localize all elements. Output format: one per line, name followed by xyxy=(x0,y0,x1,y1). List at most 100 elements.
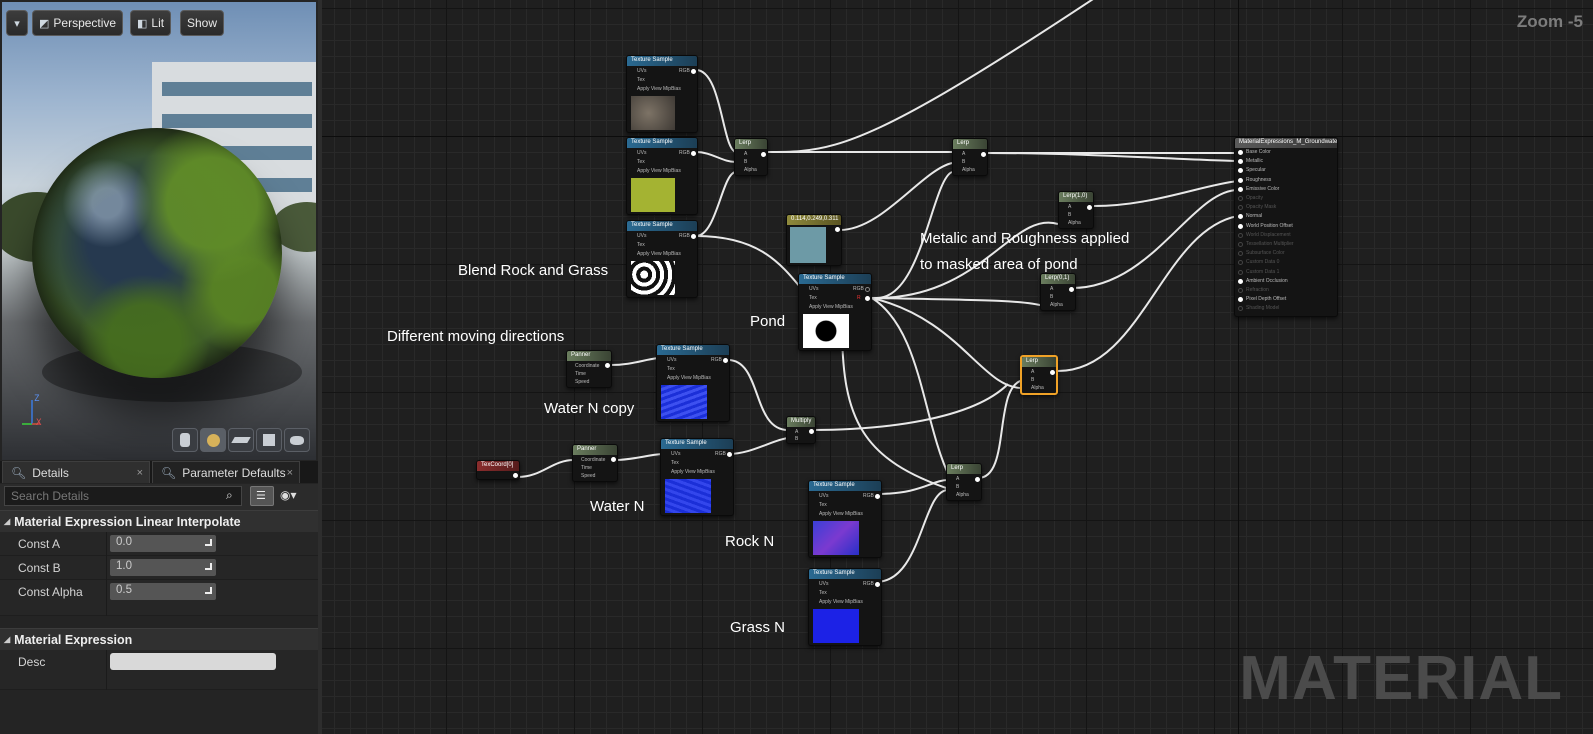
lerp-node-metallic[interactable]: Lerp(1,0) A B Alpha xyxy=(1058,191,1094,229)
search-details-input[interactable]: Search Details xyxy=(4,486,242,506)
texture-sample-node-rock-normal[interactable]: Texture Sample UVs Tex Apply View MipBia… xyxy=(808,480,882,558)
panner-node[interactable]: Panner Coordinate Time Speed xyxy=(572,444,618,482)
node-title: Texture Sample xyxy=(809,569,881,579)
output-pin[interactable] xyxy=(605,363,610,368)
texture-sample-node-rock[interactable]: Texture Sample UVs Tex Apply View MipBia… xyxy=(626,55,698,133)
output-input-pin[interactable] xyxy=(1238,269,1243,275)
output-pin[interactable] xyxy=(611,457,616,462)
output-input-pin[interactable] xyxy=(1238,177,1243,183)
output-input-pin[interactable] xyxy=(1238,196,1243,201)
prop-const-a: Const A 0.0 xyxy=(0,532,318,556)
texture-sample-node-pond[interactable]: Texture Sample UVs Tex Apply View MipBia… xyxy=(798,273,872,351)
texture-sample-node-water-copy[interactable]: Texture Sample UVs Tex Apply View MipBia… xyxy=(656,344,730,422)
output-input-pin[interactable] xyxy=(1238,260,1243,266)
pin-label: B xyxy=(1031,377,1035,383)
output-pin[interactable] xyxy=(691,234,696,239)
pin-label: Tex xyxy=(637,159,645,165)
material-preview-viewport[interactable]: ▾ ◩ Perspective ◧ Lit Show Z X xyxy=(2,2,316,460)
output-input-pin[interactable] xyxy=(1238,306,1243,312)
material-graph-canvas[interactable]: Zoom -5 MATERIAL Texture Sample UVs Tex … xyxy=(322,0,1593,734)
output-input-pin[interactable] xyxy=(1238,297,1243,303)
output-input-pin[interactable] xyxy=(1238,278,1243,284)
view-options-button[interactable]: ☰ xyxy=(250,486,274,506)
close-icon[interactable]: × xyxy=(137,467,143,479)
pin-label: RGB xyxy=(863,581,874,587)
cube-preview-button[interactable] xyxy=(256,428,282,452)
output-pin[interactable] xyxy=(1087,205,1092,210)
constant-vector-node[interactable]: 0.114,0.249,0.311 xyxy=(786,214,842,266)
output-pin[interactable] xyxy=(691,69,696,74)
mask-texture-thumbnail xyxy=(631,261,675,295)
pin-label: Alpha xyxy=(956,492,969,498)
section-material-expression[interactable]: ◢ Material Expression xyxy=(0,628,318,650)
output-input-pin[interactable] xyxy=(1238,242,1243,247)
lit-button[interactable]: ◧ Lit xyxy=(130,10,172,36)
const-a-field[interactable]: 0.0 xyxy=(110,535,216,552)
plane-preview-button[interactable] xyxy=(228,428,254,452)
texture-sample-node-grass-normal[interactable]: Texture Sample UVs Tex Apply View MipBia… xyxy=(808,568,882,646)
node-title: Texture Sample xyxy=(809,481,881,491)
material-output-node[interactable]: MaterialExpressions_M_Groundwater Base C… xyxy=(1234,137,1338,317)
output-pin[interactable] xyxy=(1069,287,1074,292)
perspective-button[interactable]: ◩ Perspective xyxy=(32,10,124,36)
node-title: Texture Sample xyxy=(799,274,871,284)
panner-node-copy[interactable]: Panner Coordinate Time Speed xyxy=(566,350,612,388)
output-pin[interactable] xyxy=(761,152,766,157)
note-masked-area: to masked area of pond xyxy=(920,256,1078,273)
output-input-pin[interactable] xyxy=(1238,186,1243,192)
output-pin[interactable] xyxy=(875,582,880,587)
texture-sample-node-grass[interactable]: Texture Sample UVs Tex Apply View MipBia… xyxy=(626,137,698,215)
multiply-node[interactable]: Multiply A B xyxy=(786,416,816,444)
texture-sample-node-blend-mask[interactable]: Texture Sample UVs Tex Apply View MipBia… xyxy=(626,220,698,298)
output-pin[interactable] xyxy=(727,452,732,457)
note-pond: Pond xyxy=(750,313,786,330)
output-pin[interactable] xyxy=(981,152,986,157)
output-input-pin[interactable] xyxy=(1238,288,1243,293)
texture-sample-node-water[interactable]: Texture Sample UVs Tex Apply View MipBia… xyxy=(660,438,734,516)
search-icon[interactable]: ⌕ xyxy=(226,488,233,503)
pin-label: Tex xyxy=(819,590,827,596)
left-panel: ▾ ◩ Perspective ◧ Lit Show Z X 🔍︎ Detail… xyxy=(0,0,318,734)
lerp-node-normal-selected[interactable]: Lerp A B Alpha xyxy=(1020,355,1058,395)
desc-input[interactable] xyxy=(110,653,276,670)
output-pin[interactable] xyxy=(975,477,980,482)
lerp-node-blend[interactable]: Lerp A B Alpha xyxy=(734,138,768,176)
tab-parameter-defaults[interactable]: 🔍︎ Parameter Defaults × xyxy=(152,461,300,483)
node-title: Lerp xyxy=(953,139,987,149)
lerp-node-ground-normal[interactable]: Lerp A B Alpha xyxy=(946,463,982,501)
output-pin[interactable] xyxy=(691,151,696,156)
output-pin-r[interactable] xyxy=(865,296,870,301)
output-pin[interactable] xyxy=(809,429,814,434)
pin-label: RGB xyxy=(715,451,726,457)
show-button[interactable]: Show xyxy=(180,10,225,36)
output-input-pin[interactable] xyxy=(1238,205,1243,211)
sphere-preview-button[interactable] xyxy=(200,428,226,452)
const-alpha-field[interactable]: 0.5 xyxy=(110,583,216,600)
tab-details[interactable]: 🔍︎ Details × xyxy=(2,461,150,483)
lerp-node-roughness[interactable]: Lerp(0,1) A B Alpha xyxy=(1040,273,1076,311)
output-input-pin[interactable] xyxy=(1238,251,1243,257)
output-pin[interactable] xyxy=(865,287,870,292)
lerp-node-base-color[interactable]: Lerp A B Alpha xyxy=(952,138,988,176)
output-input-pin[interactable] xyxy=(1238,159,1243,165)
output-pin[interactable] xyxy=(1050,370,1055,375)
section-linear-interpolate[interactable]: ◢ Material Expression Linear Interpolate xyxy=(0,510,318,532)
output-input-pin[interactable] xyxy=(1238,150,1243,155)
output-pin[interactable] xyxy=(723,358,728,363)
output-pin[interactable] xyxy=(835,227,840,232)
output-input-pin[interactable] xyxy=(1238,223,1243,229)
eye-icon[interactable]: ◉▾ xyxy=(280,488,297,502)
output-input-pin[interactable] xyxy=(1238,214,1243,220)
texcoord-node[interactable]: TexCoord[0] xyxy=(476,460,520,480)
output-pin[interactable] xyxy=(513,473,518,478)
viewport-options-button[interactable]: ▾ xyxy=(6,10,28,36)
output-input-pin[interactable] xyxy=(1238,168,1243,174)
output-pin[interactable] xyxy=(875,494,880,499)
color-swatch xyxy=(790,227,826,263)
custom-mesh-preview-button[interactable] xyxy=(284,428,310,452)
const-b-field[interactable]: 1.0 xyxy=(110,559,216,576)
close-icon[interactable]: × xyxy=(287,467,293,479)
pin-label: Alpha xyxy=(962,167,975,173)
output-input-pin[interactable] xyxy=(1238,232,1243,238)
cylinder-preview-button[interactable] xyxy=(172,428,198,452)
